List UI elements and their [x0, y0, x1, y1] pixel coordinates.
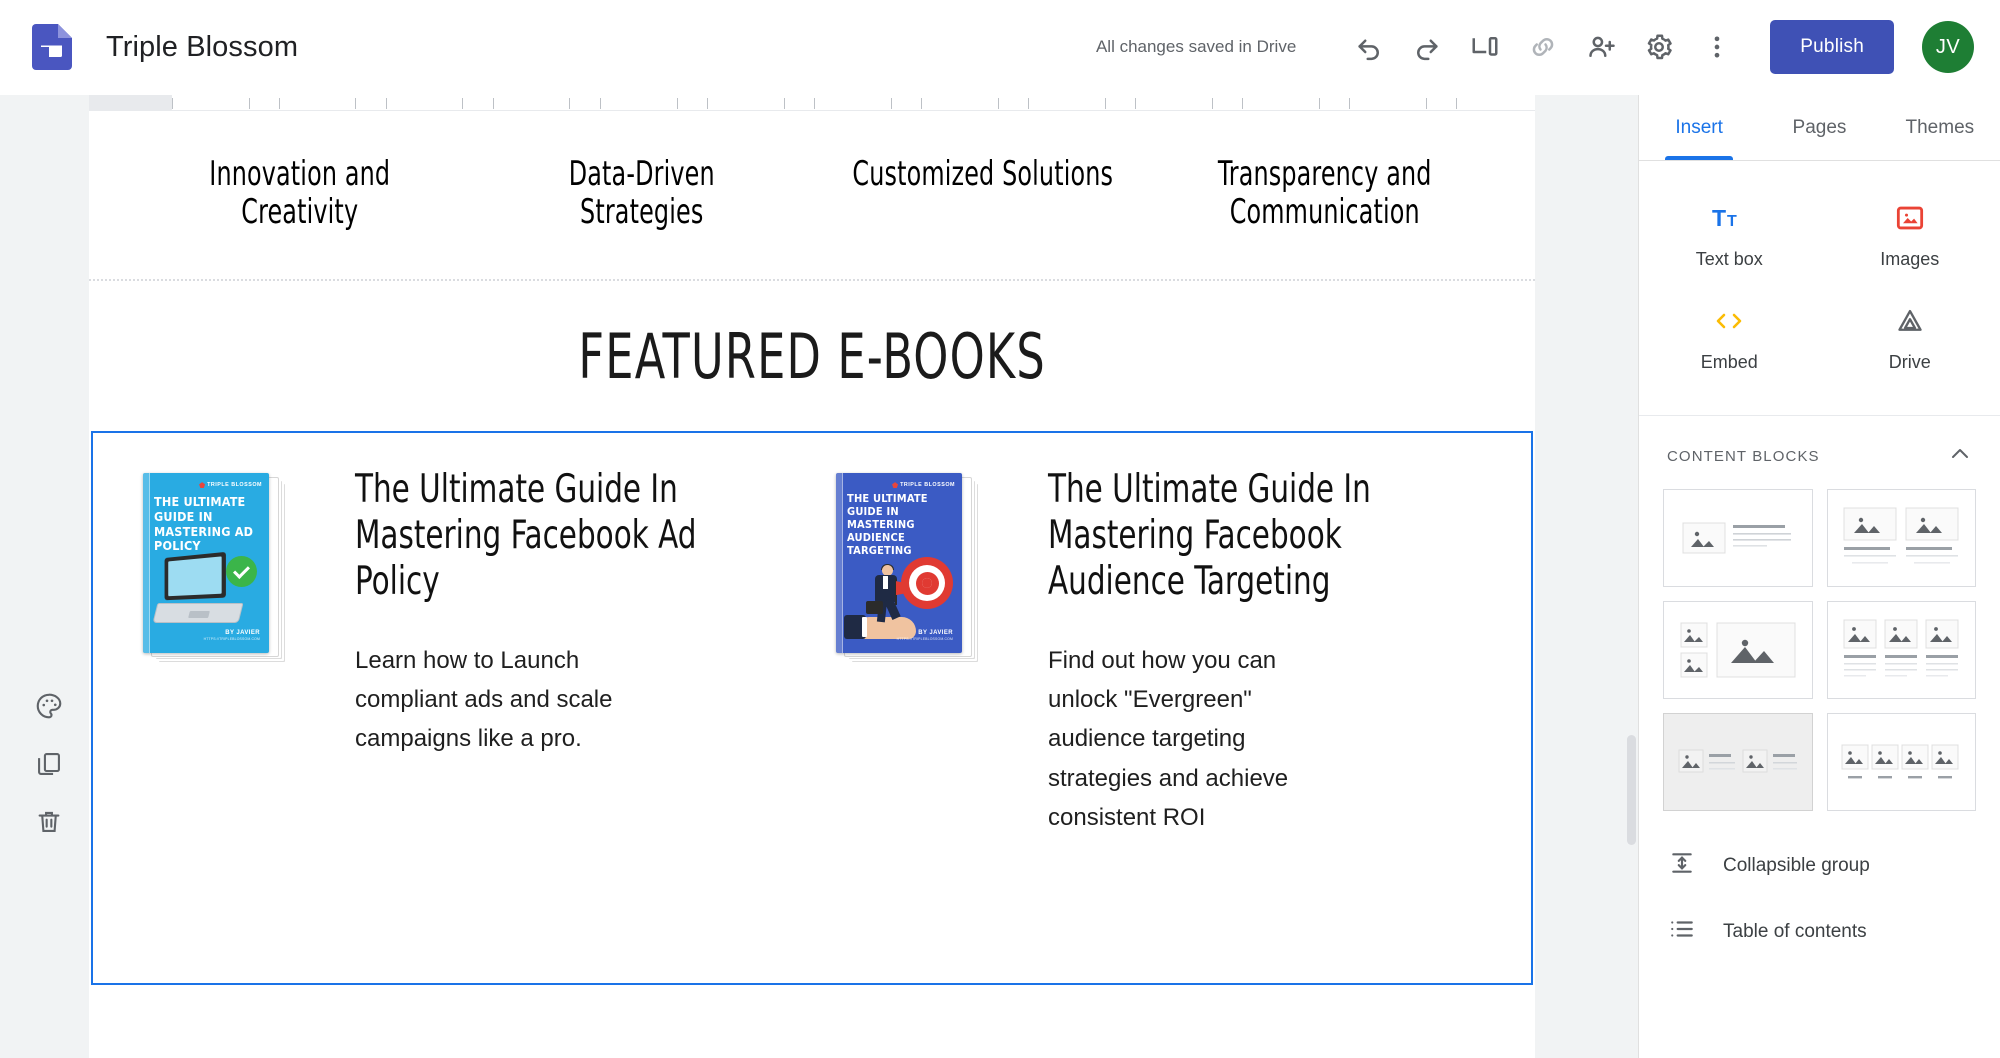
content-block-two-images-with-captions[interactable]	[1826, 489, 1976, 587]
businessman-icon	[866, 564, 906, 627]
page-canvas: Innovation and Creativity Data-Driven St…	[89, 95, 1535, 1058]
settings-button[interactable]	[1630, 18, 1688, 76]
content-blocks-header[interactable]: CONTENT BLOCKS	[1639, 416, 2000, 489]
cover-brand: TRIPLE BLOSSOM	[199, 482, 262, 489]
google-drive-icon	[1896, 302, 1924, 340]
ebook-description: Find out how you can unlock "Evergreen" …	[1048, 647, 1289, 831]
featured-heading: FEATURED E-BOOKS	[578, 319, 1046, 393]
ebook-cover-slot[interactable]: TRIPLE BLOSSOM THE ULTIMATE GUIDE IN MAS…	[836, 467, 1006, 983]
toolbar-actions	[1340, 18, 1746, 76]
content-block-three-images-with-text[interactable]	[1826, 601, 1976, 699]
list-item-label: Table of contents	[1723, 921, 1867, 942]
embed-code-icon	[1712, 302, 1746, 340]
section-toolbar	[30, 687, 68, 841]
green-check-icon	[226, 556, 257, 588]
avatar[interactable]: JV	[1922, 21, 1974, 73]
canvas-scrollbar[interactable]	[1627, 735, 1636, 845]
insert-table-of-contents-button[interactable]: Table of contents	[1639, 899, 2000, 965]
ebook-cover-image[interactable]: TRIPLE BLOSSOM THE ULTIMATE GUIDE IN MAS…	[836, 473, 974, 658]
canvas-ruler	[89, 95, 1535, 111]
collapsible-group-icon	[1669, 850, 1695, 882]
images-icon	[1896, 199, 1924, 237]
insert-item-label: Images	[1880, 249, 1940, 269]
insert-panel: Insert Pages Themes TT Text box Images E…	[1627, 95, 2000, 1058]
tab-insert[interactable]: Insert	[1639, 95, 1759, 160]
cover-byline: BY JAVIER HTTPS://TRIPLEBLOSSOM.COM	[203, 630, 260, 642]
cover-byline: BY JAVIER HTTPS://TRIPLEBLOSSOM.COM	[896, 630, 953, 642]
value-prop-item: Innovation and Creativity	[209, 154, 391, 233]
content-block-two-small-images-one-large[interactable]	[1663, 601, 1813, 699]
featured-heading-section[interactable]: FEATURED E-BOOKS	[89, 281, 1535, 432]
insert-text-box-button[interactable]: TT Text box	[1639, 183, 1820, 286]
ebook-cover-slot[interactable]: TRIPLE BLOSSOM THE ULTIMATE GUIDE IN MAS…	[143, 467, 313, 983]
content-blocks-title: CONTENT BLOCKS	[1667, 448, 1820, 465]
save-status: All changes saved in Drive	[1095, 37, 1297, 56]
list-item-label: Collapsible group	[1723, 855, 1870, 876]
cover-title: THE ULTIMATE GUIDE IN MASTERING AD POLIC…	[154, 494, 254, 554]
undo-button[interactable]	[1340, 18, 1398, 76]
value-props-section[interactable]: Innovation and Creativity Data-Driven St…	[89, 111, 1535, 282]
panel-tabs: Insert Pages Themes	[1639, 95, 2000, 161]
svg-text:T: T	[1727, 213, 1737, 230]
trash-icon[interactable]	[30, 803, 68, 841]
ebook-heading: The Ultimate Guide In Mastering Facebook…	[355, 467, 697, 605]
publish-button[interactable]: Publish	[1770, 20, 1894, 74]
preview-button[interactable]	[1456, 18, 1514, 76]
svg-text:T: T	[1712, 205, 1726, 231]
value-prop-item: Customized Solutions	[852, 154, 1114, 194]
share-button[interactable]	[1572, 18, 1630, 76]
chevron-up-icon[interactable]	[1948, 442, 1972, 471]
content-block-four-images-with-labels[interactable]	[1826, 713, 1976, 811]
table-of-contents-icon	[1669, 916, 1695, 948]
top-app-bar: Triple Blossom All changes saved in Driv…	[0, 0, 2000, 95]
insert-images-button[interactable]: Images	[1820, 183, 2000, 286]
value-prop-item: Data-Driven Strategies	[568, 154, 715, 233]
insert-collapsible-group-button[interactable]: Collapsible group	[1639, 833, 2000, 899]
value-prop-item: Transparency and Communication	[1217, 154, 1432, 233]
ebook-cover-image[interactable]: TRIPLE BLOSSOM THE ULTIMATE GUIDE IN MAS…	[143, 473, 281, 658]
workspace: Innovation and Creativity Data-Driven St…	[0, 95, 2000, 1058]
google-sites-icon[interactable]	[32, 24, 72, 70]
copy-link-button[interactable]	[1514, 18, 1572, 76]
palette-icon[interactable]	[30, 687, 68, 725]
tab-pages[interactable]: Pages	[1759, 95, 1879, 160]
ebook-text: The Ultimate Guide In Mastering Facebook…	[1006, 467, 1505, 983]
target-icon	[901, 557, 953, 610]
content-blocks-grid	[1639, 489, 2000, 811]
insert-drive-button[interactable]: Drive	[1820, 286, 2000, 389]
text-box-icon: TT	[1712, 199, 1746, 237]
ebook-description: Learn how to Launch compliant ads and sc…	[355, 647, 613, 753]
insert-extra-list: Collapsible group Table of contents	[1639, 811, 2000, 965]
cover-brand: TRIPLE BLOSSOM	[892, 482, 955, 489]
insert-item-label: Text box	[1695, 249, 1763, 269]
insert-item-label: Drive	[1888, 352, 1931, 372]
ebook-heading: The Ultimate Guide In Mastering Facebook…	[1048, 467, 1371, 605]
duplicate-icon[interactable]	[30, 745, 68, 783]
selected-content-block[interactable]: TRIPLE BLOSSOM THE ULTIMATE GUIDE IN MAS…	[91, 431, 1533, 986]
insert-embed-button[interactable]: Embed	[1639, 286, 1820, 389]
ebook-item: TRIPLE BLOSSOM THE ULTIMATE GUIDE IN MAS…	[119, 467, 812, 983]
ebook-item: TRIPLE BLOSSOM THE ULTIMATE GUIDE IN MAS…	[812, 467, 1505, 983]
tab-themes[interactable]: Themes	[1880, 95, 2000, 160]
redo-button[interactable]	[1398, 18, 1456, 76]
content-block-image-left-text-right[interactable]	[1663, 489, 1813, 587]
page-body: Innovation and Creativity Data-Driven St…	[89, 111, 1535, 1058]
content-block-two-image-text-pairs-inline[interactable]	[1663, 713, 1813, 811]
cover-title: THE ULTIMATE GUIDE IN MASTERING AUDIENCE…	[847, 492, 928, 558]
page-title[interactable]: Triple Blossom	[106, 31, 298, 64]
ebook-text: The Ultimate Guide In Mastering Facebook…	[313, 467, 812, 983]
insert-item-label: Embed	[1700, 352, 1758, 372]
insert-items-grid: TT Text box Images Embed Drive	[1639, 161, 2000, 416]
more-options-button[interactable]	[1688, 18, 1746, 76]
left-rail	[0, 95, 89, 1058]
